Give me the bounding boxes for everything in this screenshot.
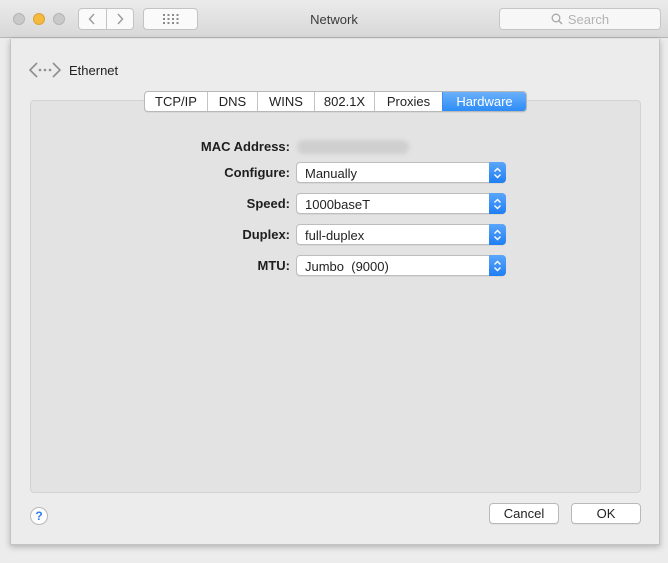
duplex-label: Duplex: [242,227,290,242]
mtu-popup[interactable]: Jumbo (9000) [296,255,506,276]
search-icon [551,13,563,25]
settings-panel [30,100,641,493]
title-bar: Network Search [0,0,668,38]
search-placeholder: Search [567,11,610,27]
tab-hardware[interactable]: Hardware [442,92,526,111]
mac-address-row: MAC Address: [11,136,661,158]
cancel-button[interactable]: Cancel [489,503,559,524]
tab-proxies[interactable]: Proxies [374,92,442,111]
speed-row: Speed: 1000baseT [11,193,661,215]
hardware-sheet: Ethernet TCP/IP DNS WINS 802.1X Proxies … [10,39,660,545]
interface-name: Ethernet [69,62,119,78]
tab-tcpip[interactable]: TCP/IP [145,92,207,111]
interface-header: Ethernet [29,61,118,79]
configure-popup[interactable]: Manually [296,162,506,183]
speed-label: Speed: [246,196,290,211]
speed-value: 1000baseT [305,197,371,212]
ok-button[interactable]: OK [571,503,641,524]
configure-value: Manually [305,166,358,181]
popup-arrows-icon [489,255,506,276]
popup-arrows-icon [489,162,506,183]
help-button[interactable]: ? [30,507,48,525]
duplex-popup[interactable]: full-duplex [296,224,506,245]
tab-bar: TCP/IP DNS WINS 802.1X Proxies Hardware [144,91,527,112]
popup-arrows-icon [489,193,506,214]
configure-label: Configure: [224,165,290,180]
mac-address-value-redacted [297,140,409,154]
duplex-value: full-duplex [305,228,365,243]
popup-arrows-icon [489,224,506,245]
mtu-label: MTU: [257,258,291,273]
mac-address-label: MAC Address: [200,139,290,154]
ethernet-icon [29,62,61,78]
tab-wins[interactable]: WINS [257,92,314,111]
mtu-row: MTU: Jumbo (9000) [11,255,661,277]
configure-row: Configure: Manually [11,162,661,184]
mtu-value: Jumbo (9000) [305,259,389,274]
speed-popup[interactable]: 1000baseT [296,193,506,214]
tab-8021x[interactable]: 802.1X [314,92,374,111]
duplex-row: Duplex: full-duplex [11,224,661,246]
tab-dns[interactable]: DNS [207,92,257,111]
search-field[interactable]: Search [499,8,661,30]
